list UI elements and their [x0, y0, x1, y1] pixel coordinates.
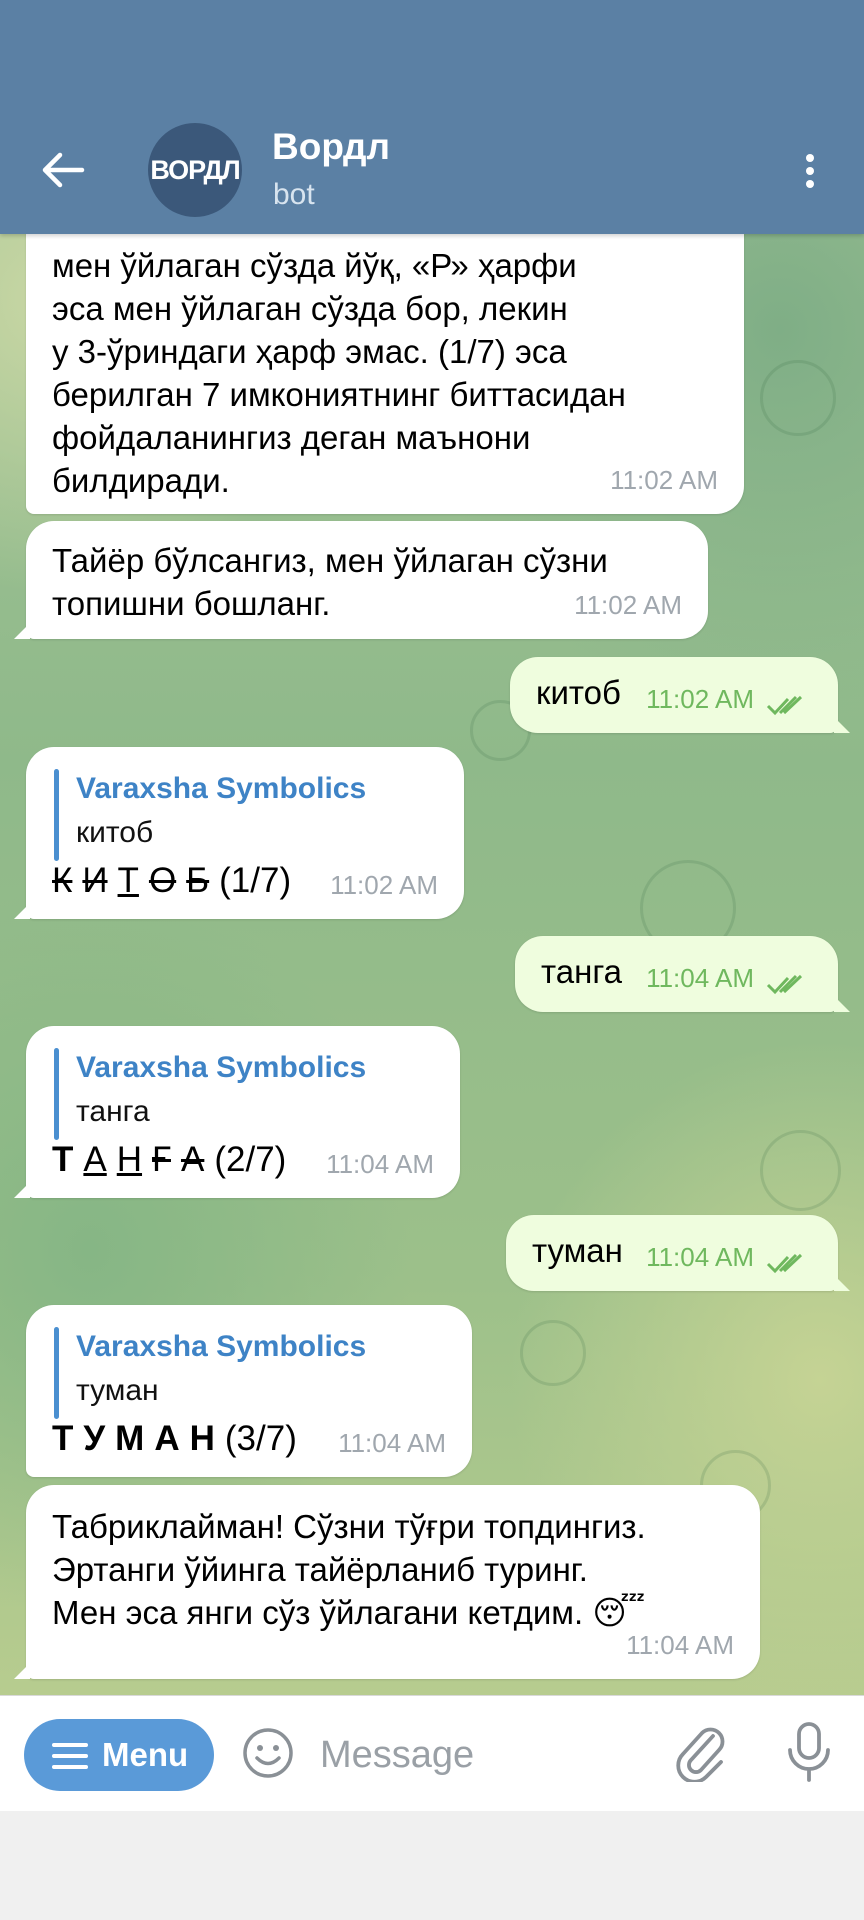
- chat-title[interactable]: Вордл: [272, 126, 390, 168]
- message-time: 11:02 AM: [574, 590, 682, 620]
- paperclip-icon[interactable]: [673, 1722, 729, 1782]
- bubble-tail: [14, 1663, 30, 1679]
- wordle-result: Т У М А Н (3/7): [52, 1417, 297, 1460]
- message-time: 11:04 AM: [326, 1149, 434, 1179]
- message-time: 11:02 AM: [330, 870, 438, 900]
- menu-icon: [52, 1743, 88, 1769]
- reply-author[interactable]: Varaxsha Symbolics: [76, 1325, 366, 1368]
- emoji-icon[interactable]: [241, 1726, 295, 1780]
- reply-quote-bar: [54, 769, 59, 861]
- wordle-letter-absent: А: [180, 1140, 205, 1179]
- wallpaper-doodle: [760, 1130, 841, 1211]
- wordle-letter-absent: И: [82, 861, 108, 900]
- reply-author[interactable]: Varaxsha Symbolics: [76, 767, 366, 810]
- wordle-letter-correct: Т: [52, 1419, 74, 1458]
- message-composer: Menu: [0, 1695, 864, 1811]
- attempt-count: (2/7): [214, 1140, 287, 1179]
- bubble-tail: [14, 1182, 30, 1198]
- wallpaper-doodle: [520, 1320, 586, 1386]
- message-bubble-outgoing[interactable]: танга 11:04 AM: [515, 936, 850, 1012]
- chat-header: ВОРДЛ Вордл bot: [0, 0, 864, 234]
- message-bubble-outgoing[interactable]: китоб 11:02 AM: [510, 657, 850, 733]
- message-text: Тайёр бўлсангиз, мен ўйлаган сўзни топиш…: [52, 542, 608, 622]
- wordle-letter-misplaced: Т: [117, 861, 139, 900]
- message-text: туман: [532, 1232, 623, 1269]
- message-time: 11:04 AM: [646, 1242, 754, 1272]
- attempt-count: (1/7): [219, 861, 292, 900]
- reply-quoted-text: туман: [76, 1374, 159, 1407]
- message-time: 11:02 AM: [610, 465, 718, 495]
- wordle-letter-misplaced: А: [83, 1140, 107, 1179]
- message-bubble-reply[interactable]: Varaxsha Symbolics туман Т У М А Н (3/7) 11:0…: [26, 1305, 472, 1477]
- message-time: 11:04 AM: [338, 1428, 446, 1458]
- reply-author[interactable]: Varaxsha Symbolics: [76, 1046, 366, 1089]
- double-check-icon: [766, 1253, 803, 1274]
- double-check-icon: [766, 974, 803, 995]
- bubble-tail: [834, 717, 850, 733]
- bot-menu-button[interactable]: Menu: [24, 1719, 214, 1791]
- wordle-letter-correct: Т: [52, 1140, 74, 1179]
- wordle-letter-correct: Н: [189, 1419, 215, 1458]
- wordle-result: Т А Н Ғ А (2/7): [52, 1138, 286, 1181]
- back-arrow-icon[interactable]: [40, 150, 86, 190]
- reply-quoted-text: танга: [76, 1095, 150, 1128]
- wallpaper-doodle: [760, 360, 836, 436]
- wordle-result: К И Т О Б (1/7): [52, 859, 291, 902]
- wordle-letter-absent: Ғ: [152, 1140, 171, 1179]
- message-bubble-outgoing[interactable]: туман 11:04 AM: [506, 1215, 850, 1291]
- menu-button-label: Menu: [102, 1736, 189, 1773]
- reply-quoted-text: китоб: [76, 816, 154, 849]
- message-bubble-reply[interactable]: Varaxsha Symbolics китоб К И Т О Б (1/7) 11:0…: [14, 747, 464, 919]
- message-bubble[interactable]: Тайёр бўлсангиз, мен ўйлаган сўзни топиш…: [14, 521, 708, 639]
- message-bubble[interactable]: Табриклайман! Сўзни тўғри топдингиз. Эрт…: [14, 1485, 760, 1679]
- chat-subtitle: bot: [273, 178, 315, 211]
- message-time: 11:02 AM: [646, 684, 754, 714]
- message-time: 11:04 AM: [626, 1630, 734, 1660]
- wordle-letter-absent: О: [148, 861, 177, 900]
- bubble-tail: [14, 903, 30, 919]
- wordle-letter-correct: А: [154, 1419, 180, 1458]
- wordle-letter-absent: Б: [186, 861, 210, 900]
- message-bubble[interactable]: мен ўйлаган сўзда йўқ, «Р» ҳарфи эса мен…: [26, 200, 744, 514]
- avatar[interactable]: ВОРДЛ: [148, 123, 242, 217]
- wordle-letter-absent: К: [52, 861, 73, 900]
- more-options-icon[interactable]: [795, 150, 825, 192]
- reply-quote-bar: [54, 1048, 59, 1140]
- bubble-tail: [14, 623, 30, 639]
- message-input[interactable]: [318, 1726, 652, 1784]
- message-text: китоб: [536, 674, 621, 711]
- message-text: танга: [541, 953, 622, 990]
- reply-quote-bar: [54, 1327, 59, 1419]
- bubble-tail: [834, 1275, 850, 1291]
- message-time: 11:04 AM: [646, 963, 754, 993]
- double-check-icon: [766, 695, 803, 716]
- chat-background: мен ўйлаган сўзда йўқ, «Р» ҳарфи эса мен…: [0, 0, 864, 1695]
- wordle-letter-misplaced: Н: [116, 1140, 143, 1179]
- message-bubble-reply[interactable]: Varaxsha Symbolics танга Т А Н Ғ А (2/7) 11:0…: [14, 1026, 460, 1198]
- message-text: Табриклайман! Сўзни тўғри топдингиз. Эрт…: [52, 1508, 646, 1631]
- microphone-icon[interactable]: [784, 1720, 834, 1784]
- wordle-letter-correct: У: [83, 1419, 106, 1458]
- message-text: мен ўйлаган сўзда йўқ, «Р» ҳарфи эса мен…: [52, 247, 626, 499]
- wordle-letter-correct: М: [115, 1419, 145, 1458]
- attempt-count: (3/7): [224, 1419, 297, 1458]
- bubble-tail: [834, 996, 850, 1012]
